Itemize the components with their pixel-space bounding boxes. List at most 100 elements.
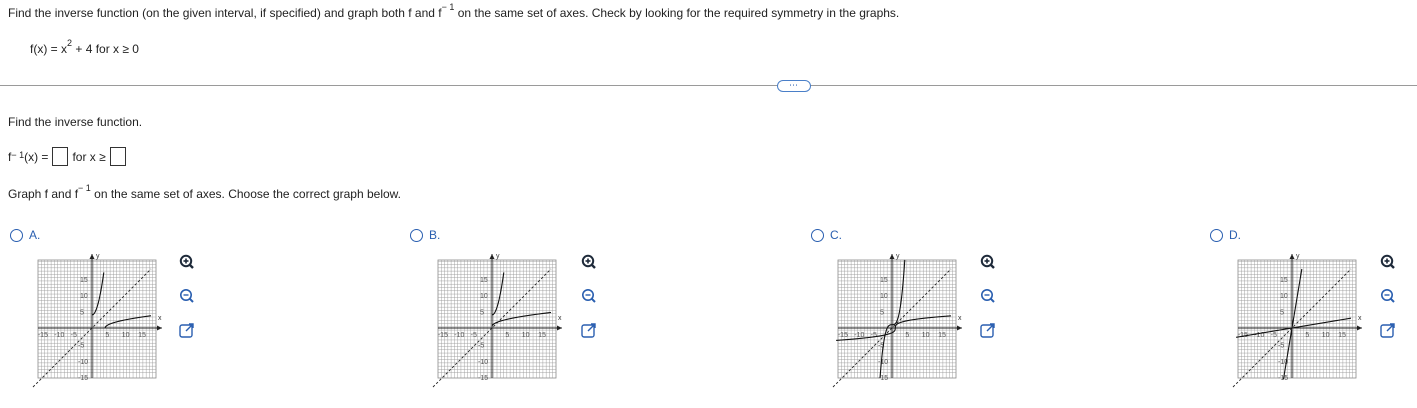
y-axis-arrow [89,254,95,259]
y-tick-label: 10 [880,293,888,300]
x-axis-label: x [1358,315,1362,322]
x-tick-label: -10 [454,332,464,339]
y-tick-label: -10 [78,359,88,366]
x-tick-label: 15 [1338,332,1346,339]
function-text: f(x) = x [30,42,68,56]
inverse-answer-row: f − 1 (x) = for x ≥ [8,147,130,166]
graph-option-d[interactable]: xy5-55-510-1010-1015-1515-15 [1230,250,1370,388]
zoom-out-icon[interactable] [1378,286,1398,306]
x-axis-arrow [1357,325,1362,331]
graph-option-b[interactable]: x y 5 -5 5 -5 10 -10 10 -10 15 -15 15 -15 [430,250,570,388]
x-tick-label: -15 [838,332,848,339]
y-axis-label: y [896,253,900,260]
expand-button[interactable]: ⋯ [777,80,811,92]
radio-option-b[interactable] [410,228,423,242]
zoom-out-icon[interactable] [177,286,197,306]
y-tick-label: 15 [80,277,88,284]
x-tick-label: -5 [471,332,477,339]
part2-text-tail: on the same set of axes. Choose the corr… [90,187,401,201]
x-tick-label: -15 [38,332,48,339]
option-a[interactable]: A. [10,228,40,242]
part2-text: Graph f and f [8,187,79,201]
part2-superscript: − 1 [78,183,91,193]
zoom-in-icon[interactable] [579,252,599,272]
y-tick-label: 15 [880,277,888,284]
y-tick-label: 10 [480,293,488,300]
x-tick-label: 10 [122,332,130,339]
option-c-label: C. [830,228,842,242]
inverse-expression-input[interactable] [52,147,69,166]
answer-domain-label: for x ≥ [72,149,106,164]
x-axis-arrow [157,325,162,331]
zoom-in-icon[interactable] [978,252,998,272]
prompt-text-tail: on the same set of axes. Check by lookin… [454,6,900,20]
x-tick-label: 5 [105,332,109,339]
x-tick-label: -5 [71,332,77,339]
y-tick-label: -5 [478,342,484,349]
prompt-superscript: − 1 [441,2,455,12]
x-tick-label: -5 [1271,332,1277,339]
graph-option-c[interactable]: xy5-55-510-1010-1015-1515-15 [830,250,970,388]
x-tick-label: -10 [54,332,64,339]
option-b[interactable]: B. [410,228,440,242]
option-d-label: D. [1229,228,1241,242]
zoom-in-icon[interactable] [177,252,197,272]
option-c[interactable]: C. [811,228,842,242]
x-tick-label: 5 [905,332,909,339]
x-tick-label: 15 [138,332,146,339]
y-tick-label: -15 [878,375,888,382]
x-tick-label: -15 [438,332,448,339]
y-tick-label: 5 [80,310,84,317]
y-axis-arrow [889,254,895,259]
answer-mid: (x) = [24,149,49,164]
given-function: f(x) = x2 + 4 for x ≥ 0 [30,39,139,57]
y-tick-label: 15 [480,277,488,284]
x-tick-label: 10 [922,332,930,339]
graph-tools-c [978,252,1000,354]
y-tick-label: -15 [78,375,88,382]
problem-prompt: Find the inverse function (on the given … [8,3,900,21]
function-domain: + 4 for x ≥ 0 [72,42,139,56]
y-tick-label: 10 [1280,293,1288,300]
y-tick-label: 10 [80,293,88,300]
x-tick-label: 15 [938,332,946,339]
x-tick-label: 5 [505,332,509,339]
zoom-in-icon[interactable] [1378,252,1398,272]
zoom-out-icon[interactable] [978,286,998,306]
graph-option-a[interactable]: x y 5 -5 5 -5 10 -10 10 -10 15 -15 15 -15 [30,250,170,388]
y-tick-label: -15 [478,375,488,382]
prompt-text: Find the inverse function (on the given … [8,6,442,20]
x-tick-label: -5 [871,332,877,339]
x-axis-label: x [158,315,162,322]
graph-tools-a [177,252,199,354]
y-axis-label: y [1296,253,1300,260]
x-axis-arrow [957,325,962,331]
graph-tools-d [1378,252,1400,354]
part2-instruction: Graph f and f− 1 on the same set of axes… [8,184,401,202]
option-a-label: A. [29,228,41,242]
radio-option-c[interactable] [811,228,824,242]
section-divider [0,85,1417,86]
x-tick-label: 15 [538,332,546,339]
y-axis-label: y [496,253,500,260]
x-axis-label: x [958,315,962,322]
y-tick-label: -5 [1278,342,1284,349]
domain-bound-input[interactable] [109,147,126,166]
option-d[interactable]: D. [1210,228,1241,242]
radio-option-d[interactable] [1210,228,1223,242]
y-tick-label: 5 [880,310,884,317]
x-tick-label: 5 [1305,332,1309,339]
y-tick-label: -5 [78,342,84,349]
open-new-window-icon[interactable] [177,320,197,340]
zoom-out-icon[interactable] [579,286,599,306]
open-new-window-icon[interactable] [978,320,998,340]
part1-instruction: Find the inverse function. [8,115,143,129]
open-new-window-icon[interactable] [579,320,599,340]
radio-option-a[interactable] [10,228,23,242]
x-tick-label: 10 [522,332,530,339]
x-tick-label: 10 [1322,332,1330,339]
open-new-window-icon[interactable] [1378,320,1398,340]
x-axis-label: x [558,315,562,322]
y-tick-label: -10 [478,359,488,366]
function-exponent: 2 [67,38,73,48]
